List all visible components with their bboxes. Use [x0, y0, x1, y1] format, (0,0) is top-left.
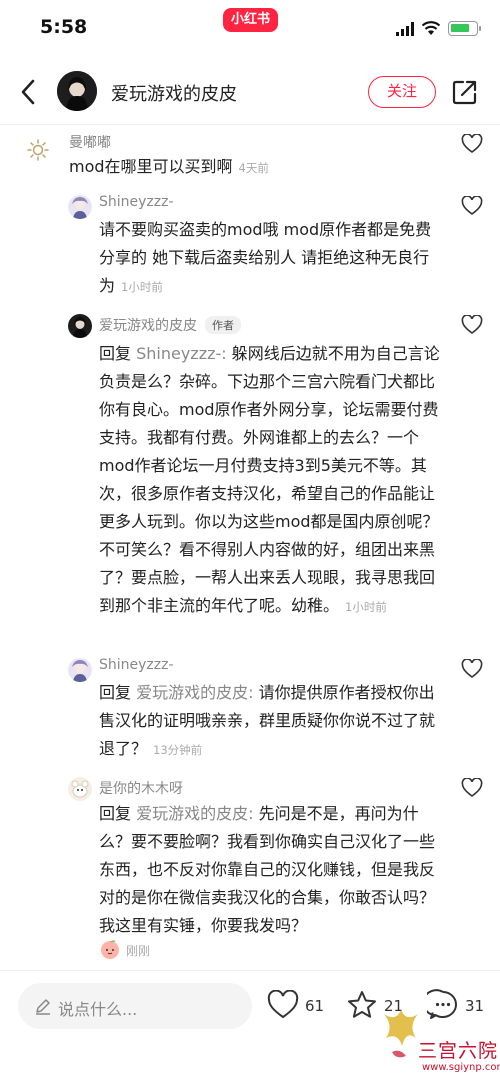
- like-count: 61: [305, 997, 325, 1015]
- back-arrow-icon[interactable]: [18, 78, 40, 106]
- comment-author[interactable]: Shineyzzz-: [99, 194, 174, 210]
- reply-target[interactable]: 爱玩游戏的皮皮:: [136, 804, 253, 823]
- reply-target[interactable]: Shineyzzz-:: [136, 344, 227, 363]
- commenter-avatar[interactable]: [68, 777, 92, 801]
- comment-input-placeholder: 说点什么...: [58, 1000, 138, 1019]
- comment-text: 回复 爱玩游戏的皮皮: 先问是不是，再问为什么？要不要脸啊？我看到你确实自己汉化…: [99, 800, 444, 940]
- comment-time: 4天前: [238, 161, 269, 175]
- status-bar: 5:58 小红书: [0, 0, 500, 58]
- reply-prefix: 回复: [99, 683, 132, 702]
- author-avatar[interactable]: [57, 71, 97, 111]
- comment-time: 1小时前: [121, 280, 163, 294]
- share-icon[interactable]: [452, 79, 478, 105]
- comment-text: 回复 爱玩游戏的皮皮: 请你提供原作者授权你出售汉化的证明哦亲亲，群里质疑你你说…: [99, 679, 444, 764]
- reply-target[interactable]: 爱玩游戏的皮皮:: [136, 683, 253, 702]
- comment-text: 请不要购买盗卖的mod哦 mod原作者都是免费分享的 她下载后盗卖给别人 请拒绝…: [99, 216, 444, 301]
- peach-emoji-icon: [101, 940, 119, 959]
- reply-prefix: 回复: [99, 804, 132, 823]
- commenter-avatar[interactable]: [68, 314, 92, 338]
- heart-icon[interactable]: [461, 134, 483, 154]
- comment-text: 回复 Shineyzzz-: 躲网线后边就不用为自己言论负责是么？杂碎。下边那个…: [99, 340, 444, 621]
- comment-author[interactable]: 曼嘟嘟: [69, 132, 111, 152]
- heart-icon: [267, 990, 299, 1019]
- comment-time: 刚刚: [126, 944, 151, 958]
- follow-button[interactable]: 关注: [368, 76, 436, 108]
- like-button[interactable]: 61: [267, 989, 327, 1023]
- header-divider: [0, 124, 500, 125]
- heart-icon[interactable]: [461, 659, 483, 679]
- comment-content: 先问是不是，再问为什么？要不要脸啊？我看到你确实自己汉化了一些东西，也不反对你靠…: [99, 804, 436, 935]
- commenter-avatar[interactable]: [68, 658, 92, 682]
- comment-content: 躲网线后边就不用为自己言论负责是么？杂碎。下边那个三宫六院看门犬都比你有良心。m…: [99, 344, 440, 615]
- heart-icon[interactable]: [461, 315, 483, 335]
- author-tag: 作者: [205, 316, 241, 334]
- status-time: 5:58: [40, 16, 88, 38]
- comment-author-name: 爱玩游戏的皮皮: [99, 318, 197, 334]
- battery-icon: [448, 21, 481, 36]
- author-name[interactable]: 爱玩游戏的皮皮: [111, 80, 237, 106]
- commenter-avatar[interactable]: [68, 195, 92, 219]
- reply-prefix: 回复: [99, 344, 132, 363]
- comment-author[interactable]: 爱玩游戏的皮皮 作者: [99, 315, 241, 335]
- signal-icon: [396, 22, 414, 36]
- watermark-title: 三宫六院: [418, 1040, 499, 1062]
- comment-content: mod在哪里可以买到啊: [69, 157, 233, 176]
- comment-time: 13分钟前: [153, 743, 203, 757]
- comment-input[interactable]: 说点什么...: [18, 983, 252, 1029]
- watermark-url: www.sgiynp.com: [422, 1062, 500, 1073]
- note-header: 爱玩游戏的皮皮 关注: [0, 58, 500, 124]
- comment-text: mod在哪里可以买到啊 4天前: [69, 153, 449, 182]
- app-badge: 小红书: [223, 8, 278, 32]
- heart-icon[interactable]: [461, 196, 483, 216]
- comment-author[interactable]: Shineyzzz-: [99, 657, 174, 673]
- commenter-avatar[interactable]: [26, 138, 50, 162]
- pen-icon: [36, 999, 50, 1015]
- heart-icon[interactable]: [461, 778, 483, 798]
- comment-author[interactable]: 是你的木木呀: [99, 778, 183, 798]
- wifi-icon: [421, 21, 441, 35]
- comment-time: 1小时前: [345, 600, 387, 614]
